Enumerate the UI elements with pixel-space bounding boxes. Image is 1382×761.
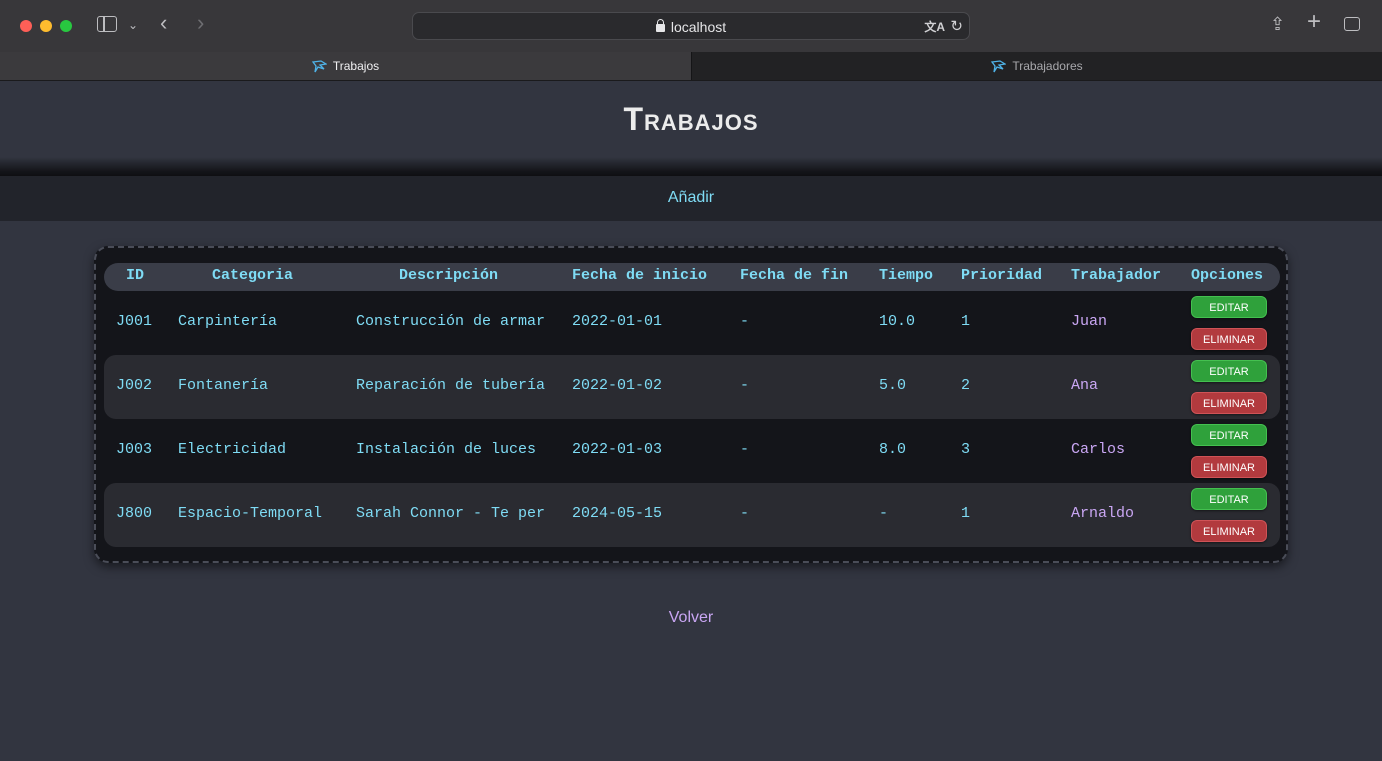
lock-icon	[655, 19, 665, 32]
reload-icon[interactable]: ↻	[950, 17, 963, 35]
tab-label: Trabajadores	[1012, 59, 1083, 73]
table-row: J001 Carpintería Construcción de armar 2…	[104, 291, 1280, 355]
header-fecha-fin: Fecha de fin	[740, 267, 849, 284]
cell-id: J800	[116, 505, 153, 522]
back-icon[interactable]: ‹	[160, 12, 167, 34]
add-link[interactable]: Añadir	[0, 189, 1382, 207]
back-link[interactable]: Volver	[0, 609, 1382, 627]
cell-categoria: Fontanería	[178, 377, 269, 394]
cell-prioridad: 3	[961, 441, 971, 458]
address-text: localhost	[670, 19, 727, 35]
tab-trabajadores[interactable]: Trabajadores	[691, 52, 1382, 80]
header-divider	[0, 157, 1382, 177]
cell-fecha-fin: -	[740, 313, 750, 330]
translate-icon[interactable]: 文A	[924, 18, 945, 35]
header-prioridad: Prioridad	[961, 267, 1043, 284]
header-tiempo: Tiempo	[879, 267, 934, 284]
edit-button[interactable]: EDITAR	[1191, 424, 1267, 446]
cell-categoria: Carpintería	[178, 313, 278, 330]
tab-trabajos[interactable]: Trabajos	[0, 52, 691, 80]
nav-bar: Añadir	[0, 176, 1382, 221]
new-tab-icon[interactable]: +	[1307, 10, 1321, 34]
cell-tiempo: -	[879, 505, 889, 522]
minimize-window-button[interactable]	[40, 20, 52, 32]
favicon-icon	[311, 59, 327, 73]
cell-tiempo: 5.0	[879, 377, 907, 394]
table-header: ID Categoria Descripción Fecha de inicio…	[104, 263, 1280, 291]
cell-trabajador: Arnaldo	[1071, 505, 1135, 522]
table-row: J003 Electricidad Instalación de luces 2…	[104, 419, 1280, 483]
cell-fecha-inicio: 2022-01-01	[572, 313, 663, 330]
cell-id: J003	[116, 441, 153, 458]
table-row: J002 Fontanería Reparación de tubería 20…	[104, 355, 1280, 419]
header-descripcion: Descripción	[399, 267, 499, 284]
edit-button[interactable]: EDITAR	[1191, 360, 1267, 382]
close-window-button[interactable]	[20, 20, 32, 32]
share-icon[interactable]: ⇪	[1270, 14, 1285, 34]
cell-trabajador: Juan	[1071, 313, 1108, 330]
address-text-row: localhost	[413, 19, 969, 35]
cell-tiempo: 10.0	[879, 313, 916, 330]
tab-overview-icon[interactable]	[1344, 17, 1360, 31]
cell-categoria: Electricidad	[178, 441, 287, 458]
favicon-icon	[991, 59, 1007, 73]
cell-prioridad: 1	[961, 505, 971, 522]
sidebar-toggle-icon[interactable]	[97, 16, 117, 32]
cell-tiempo: 8.0	[879, 441, 907, 458]
cell-trabajador: Ana	[1071, 377, 1099, 394]
browser-window: ⌄ ‹ › localhost 文A ↻ ⇪ + Trabajos Trabaj…	[0, 0, 1382, 761]
cell-fecha-inicio: 2024-05-15	[572, 505, 663, 522]
cell-descripcion: Sarah Connor - Te per	[356, 505, 546, 522]
cell-fecha-fin: -	[740, 377, 750, 394]
header-id: ID	[126, 267, 145, 284]
cell-trabajador: Carlos	[1071, 441, 1126, 458]
edit-button[interactable]: EDITAR	[1191, 488, 1267, 510]
delete-button[interactable]: ELIMINAR	[1191, 456, 1267, 478]
address-bar[interactable]: localhost 文A ↻	[412, 12, 970, 40]
cell-prioridad: 2	[961, 377, 971, 394]
cell-descripcion: Construcción de armar	[356, 313, 546, 330]
cell-categoria: Espacio-Temporal	[178, 505, 323, 522]
cell-prioridad: 1	[961, 313, 971, 330]
cell-descripcion: Reparación de tubería	[356, 377, 546, 394]
forward-icon[interactable]: ›	[197, 12, 204, 34]
delete-button[interactable]: ELIMINAR	[1191, 520, 1267, 542]
cell-fecha-fin: -	[740, 505, 750, 522]
tab-label: Trabajos	[332, 59, 380, 73]
edit-button[interactable]: EDITAR	[1191, 296, 1267, 318]
title-bar: ⌄ ‹ › localhost 文A ↻ ⇪ +	[0, 0, 1382, 52]
jobs-table: ID Categoria Descripción Fecha de inicio…	[94, 246, 1288, 563]
header-fecha-inicio: Fecha de inicio	[572, 267, 708, 284]
cell-descripcion: Instalación de luces	[356, 441, 537, 458]
chevron-down-icon[interactable]: ⌄	[128, 15, 138, 35]
cell-id: J002	[116, 377, 153, 394]
header-trabajador: Trabajador	[1071, 267, 1162, 284]
cell-fecha-fin: -	[740, 441, 750, 458]
cell-id: J001	[116, 313, 153, 330]
table-row: J800 Espacio-Temporal Sarah Connor - Te …	[104, 483, 1280, 547]
cell-fecha-inicio: 2022-01-02	[572, 377, 663, 394]
header-opciones: Opciones	[1191, 267, 1264, 284]
cell-fecha-inicio: 2022-01-03	[572, 441, 663, 458]
header-categoria: Categoria	[212, 267, 294, 284]
tab-bar: Trabajos Trabajadores	[0, 52, 1382, 81]
zoom-window-button[interactable]	[60, 20, 72, 32]
page-title: Trabajos	[623, 101, 759, 137]
delete-button[interactable]: ELIMINAR	[1191, 392, 1267, 414]
delete-button[interactable]: ELIMINAR	[1191, 328, 1267, 350]
